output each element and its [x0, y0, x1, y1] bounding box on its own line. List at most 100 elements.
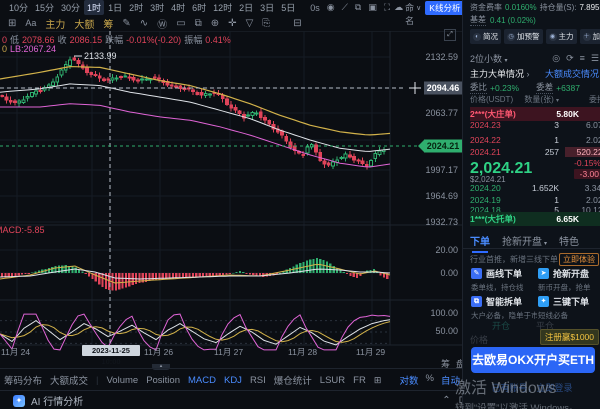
svg-text:2132.59: 2132.59 [425, 52, 458, 62]
interval-4时[interactable]: 4时 [168, 0, 188, 15]
indicator-bar: 筹码分布大额成交|VolumePositionMACDKDJRSI爆仓统计LSU… [0, 368, 466, 391]
qty-sort[interactable]: 数量(张) ▾ [514, 94, 559, 105]
list-icon[interactable]: ☰ [591, 53, 599, 64]
feature-画线下单[interactable]: ✎画线下单委单线，持仓线 [471, 267, 537, 293]
action-加自选[interactable]: ＋加自选 [580, 29, 600, 44]
interval-12时[interactable]: 12时 [210, 0, 235, 15]
kline-chart[interactable]: 2094.462024.212132.592063.771997.171964.… [0, 31, 462, 358]
large-ask-banner[interactable]: 2***(大庄单) 5.80K [470, 107, 600, 121]
basis-row: 基差 0.41 (0.02%) [470, 14, 600, 26]
interval-2时[interactable]: 2时 [126, 0, 146, 15]
overlay-主力[interactable]: 主力 [45, 16, 65, 31]
feature-icon: ⧉ [471, 296, 482, 307]
action-简况[interactable]: ◐简况 [470, 29, 501, 44]
overlay-筹[interactable]: 筹 [103, 16, 113, 31]
indicator-tab-Position[interactable]: Position [146, 375, 180, 386]
interval-3时[interactable]: 3时 [147, 0, 167, 15]
large-bid-banner[interactable]: 1***(大托单) 6.65K [470, 212, 600, 226]
x-tick: 11月 27 [214, 346, 243, 358]
interval-3日[interactable]: 3日 [257, 0, 277, 15]
try-now-button[interactable]: 立即体验 [559, 253, 599, 266]
tool-toolbar: ⊞ Aa 主力大额筹 ✎ ∿ Ⓦ ▭ ⧉ ⊕ ✛ ▽ ⎘ ⊟ [0, 15, 470, 32]
interval-6时[interactable]: 6时 [189, 0, 209, 15]
countdown-label: 0s [307, 3, 323, 13]
orderbook-row[interactable]: 2024.2336.073K [470, 121, 600, 128]
depth-icon[interactable]: ≡ [580, 53, 585, 64]
feature-抢新开盘[interactable]: ➤抢新开盘新币开盘，抢单 [538, 267, 600, 293]
interval-1时[interactable]: 1时 [84, 0, 104, 15]
decimals-select[interactable]: 2位小数 ▾ [470, 52, 508, 65]
layout-icon[interactable]: ▣ [365, 2, 380, 13]
wave-icon[interactable]: ∿ [140, 18, 148, 29]
main-orders-link[interactable]: 主力大单情况 › [470, 67, 530, 80]
camera-icon[interactable]: ◉ [324, 2, 338, 13]
indicator-tab-RSI[interactable]: RSI [250, 375, 266, 386]
indicator-tab-LSUR[interactable]: LSUR [320, 375, 345, 386]
ai-analysis-bar[interactable]: ✦ AI 行情分析 ⌃ ⊡ [0, 390, 475, 409]
indicator-tab-Volume[interactable]: Volume [107, 375, 139, 386]
kline-analysis-button[interactable]: K线分析 [425, 1, 464, 15]
collapse-chevron-icon[interactable]: ⌃ [442, 395, 450, 406]
section-row: 主力大单情况 › 大额成交情况 [470, 67, 600, 80]
action-主力[interactable]: ◉主力 [546, 29, 577, 44]
fullscreen-icon[interactable]: ⛶ [381, 2, 393, 13]
frame-icon[interactable]: ⧉ [195, 18, 202, 29]
interval-15分[interactable]: 15分 [32, 0, 57, 15]
large-trades-link[interactable]: 大额成交情况 [545, 67, 600, 80]
filter-icon[interactable]: ▽ [246, 18, 254, 29]
orderbook-row[interactable]: 2024.21257520.222K [470, 146, 600, 158]
feature-智能拆单[interactable]: ⧉智能拆单大户必备，隐单于市 [471, 295, 537, 321]
more-indicators-icon[interactable]: ⊞ [374, 375, 382, 386]
ai-bar-label: AI 行情分析 [31, 393, 83, 408]
copy-icon[interactable]: ⎘ [262, 18, 270, 29]
interval-30分[interactable]: 30分 [58, 0, 83, 15]
panel-icon-group: ◎ ⟳ ≡ ☰ [552, 53, 600, 64]
trend-line-icon[interactable]: ⟋ [339, 2, 351, 13]
action-icon: ◉ [549, 33, 557, 41]
indicator-tab-筹码分布[interactable]: 筹码分布 [4, 373, 42, 387]
grid-setting-icon[interactable]: ⊞ [8, 18, 16, 29]
svg-text:2094.46: 2094.46 [427, 83, 460, 93]
expand-chart-icon[interactable]: ⤢ [444, 29, 456, 41]
auto-scale-button[interactable]: 自动 [441, 373, 460, 387]
boll-info-line: 0LB:2067.24 [2, 44, 59, 54]
funding-row: 资金费率 0.0160% 持仓量(S): 7.895亿 [470, 2, 600, 13]
percent-scale-button[interactable]: % [426, 373, 434, 387]
add-shape-icon[interactable]: ⊕ [211, 18, 219, 29]
interval-5日[interactable]: 5日 [278, 0, 298, 15]
action-加预警[interactable]: ◷加预警 [504, 29, 543, 44]
x-tick: 11月 29 [356, 346, 385, 358]
signup-bonus-badge: 注册赢$1000 [540, 329, 599, 345]
x-tick: 11月 24 [1, 346, 30, 358]
interval-1日[interactable]: 1日 [105, 0, 125, 15]
orderbook-row[interactable]: 2024.201.652K3.344M [470, 182, 600, 194]
feature-三键下单[interactable]: ✦三键下单短线必备 [538, 295, 600, 321]
w-circle-icon[interactable]: Ⓦ [157, 16, 167, 31]
scale-controls: 对数 % 自动 [400, 373, 466, 387]
compare-icon[interactable]: ⧉ [352, 2, 364, 13]
refresh-icon[interactable]: ⟳ [566, 53, 574, 64]
cross-tool-icon[interactable]: ✛ [228, 18, 236, 29]
indicator-tab-KDJ[interactable]: KDJ [224, 375, 242, 386]
interval-2日[interactable]: 2日 [236, 0, 256, 15]
trash-icon[interactable]: ⊟ [293, 18, 301, 29]
text-style-icon[interactable]: Aa [25, 18, 36, 28]
rect-icon[interactable]: ▭ [176, 18, 185, 29]
x-tick: 11月 26 [144, 346, 173, 358]
indicator-tab-爆仓统计[interactable]: 爆仓统计 [274, 373, 312, 387]
indicator-tab-大额成交[interactable]: 大额成交 [50, 373, 88, 387]
svg-text:50.00: 50.00 [435, 326, 458, 336]
orderbook-header: 价格(USDT) 数量(张) ▾ 委托额 [470, 94, 600, 105]
interval-10分[interactable]: 10分 [6, 0, 31, 15]
feature-icon: ✎ [471, 268, 482, 279]
orderbook-row[interactable]: 2024.2212.024K [470, 134, 600, 146]
pencil-icon[interactable]: ✎ [122, 18, 130, 29]
indicator-tab-MACD[interactable]: MACD [188, 375, 216, 386]
login-link[interactable]: 已有账号，立即登录 [463, 381, 600, 394]
okx-signup-button[interactable]: 去欧易OKX开户买ETH [471, 347, 595, 373]
target-icon[interactable]: ◎ [552, 53, 560, 64]
indicator-tab-FR[interactable]: FR [353, 375, 366, 386]
overlay-大额[interactable]: 大额 [74, 16, 94, 31]
orderbook-row[interactable]: 2024.1912.024K [470, 194, 600, 206]
log-scale-button[interactable]: 对数 [400, 373, 419, 387]
